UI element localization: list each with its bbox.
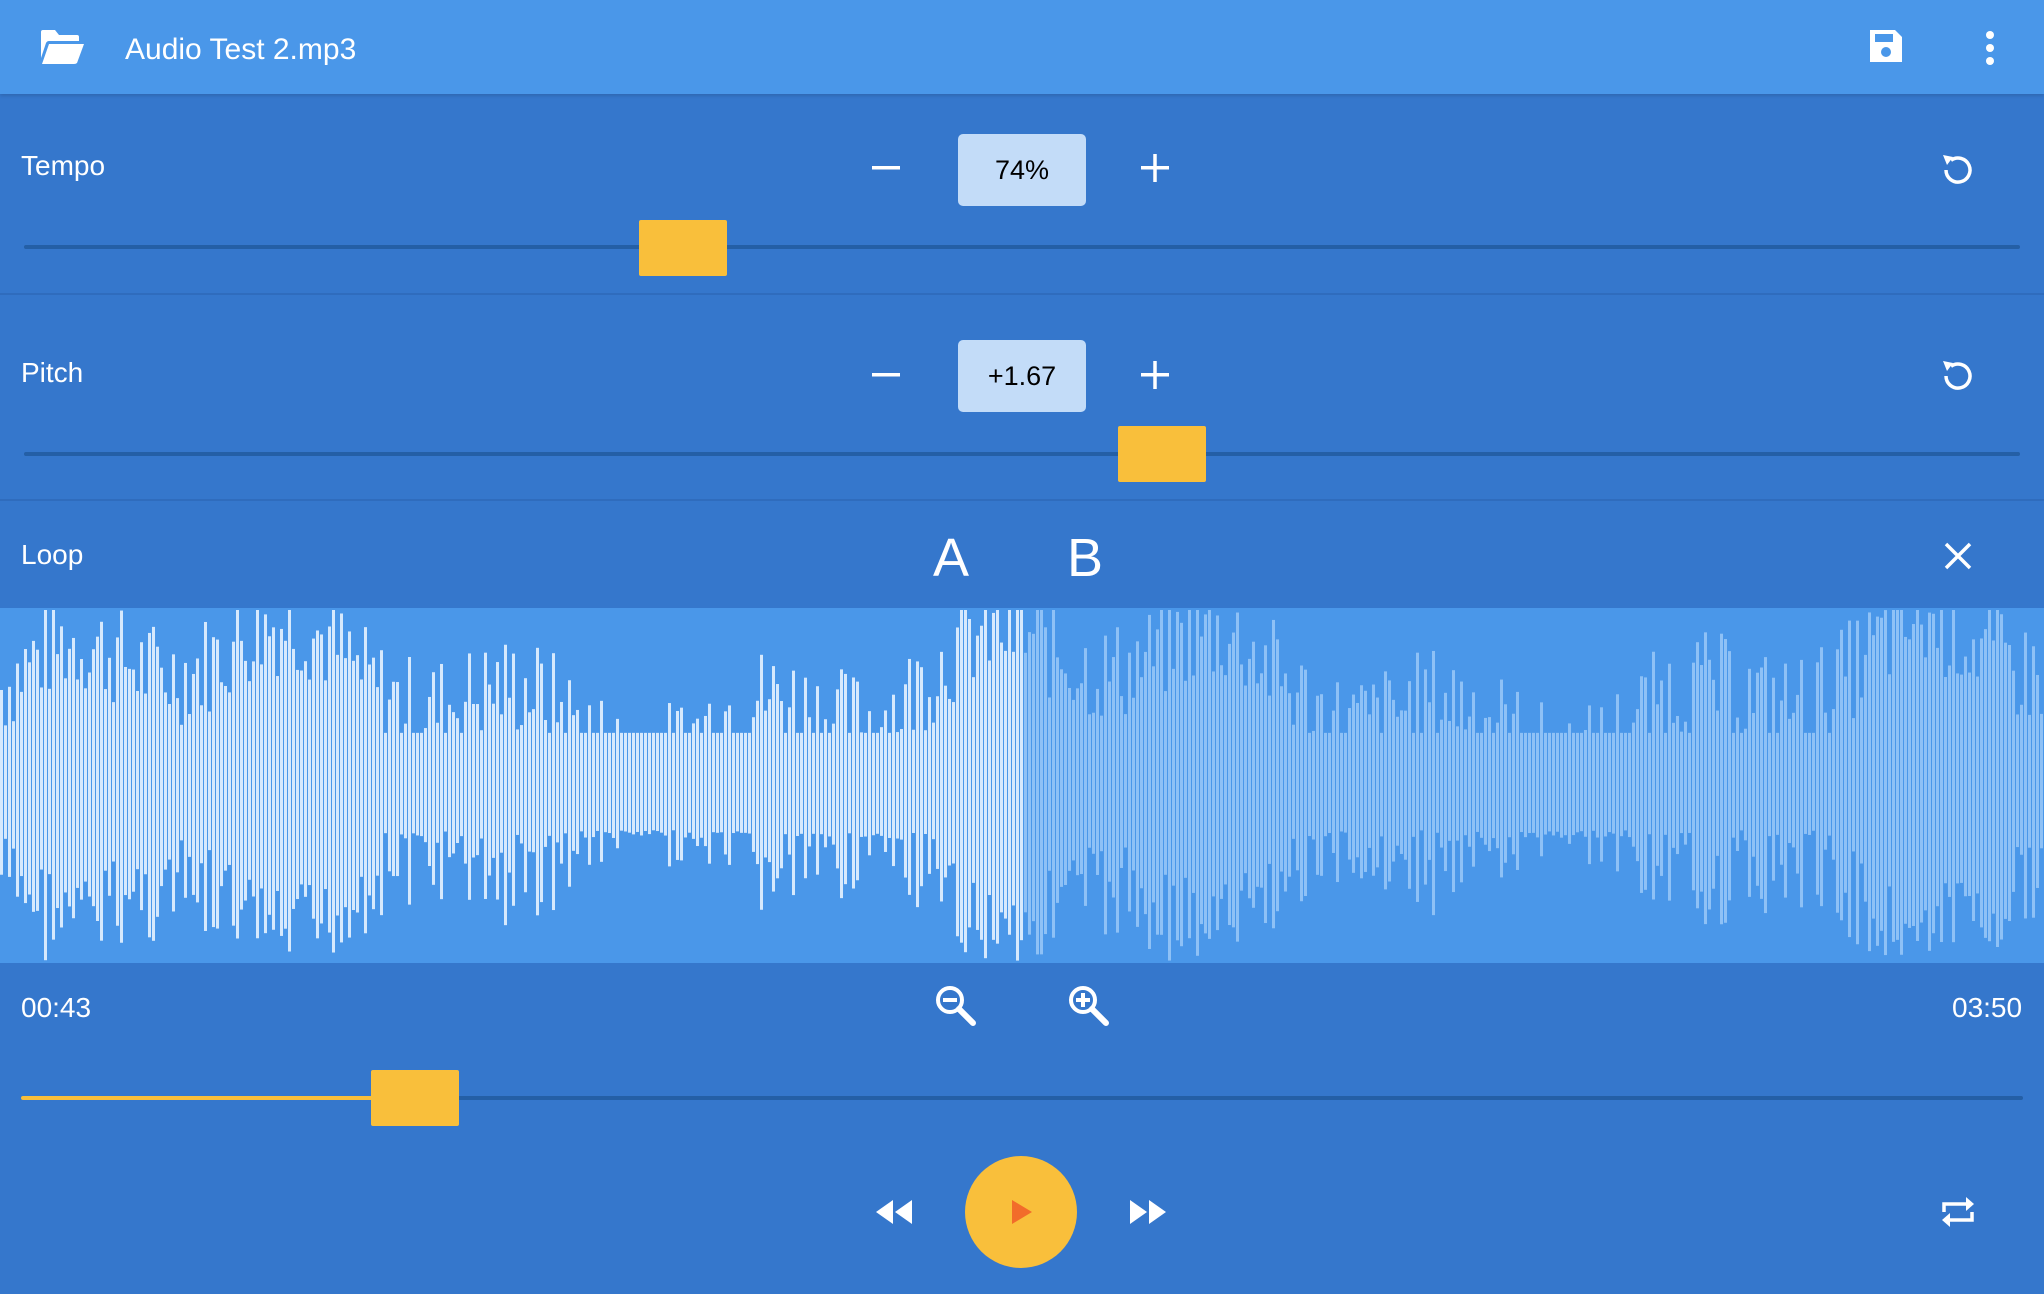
rewind-icon: [876, 1200, 912, 1224]
minus-icon: [872, 373, 900, 377]
loop-label: Loop: [21, 539, 84, 570]
pitch-slider-thumb[interactable]: [1117, 426, 1206, 482]
zoom-out-icon: [936, 986, 976, 1026]
tempo-slider-track[interactable]: [24, 245, 2020, 249]
current-time: 00:43: [21, 992, 92, 1023]
tempo-slider-thumb[interactable]: [638, 220, 727, 276]
fast-forward-icon: [1130, 1200, 1166, 1224]
file-title: Audio Test 2.mp3: [125, 33, 357, 66]
pitch-reset-button[interactable]: [1930, 348, 1986, 404]
tempo-increase-button[interactable]: [1127, 140, 1183, 196]
total-time: 03:50: [1952, 992, 2023, 1023]
divider: [0, 293, 2044, 295]
tempo-reset-button[interactable]: [1930, 142, 1986, 198]
folder-open-icon: [41, 30, 84, 64]
loop-point-b-button[interactable]: B: [1050, 528, 1120, 588]
close-icon: [1944, 542, 1972, 570]
save-button[interactable]: [1860, 20, 1912, 72]
waveform-graph: [0, 610, 2043, 961]
play-button[interactable]: [965, 1156, 1077, 1268]
save-icon: [1870, 30, 1902, 62]
seek-slider-thumb[interactable]: [371, 1070, 460, 1126]
pitch-value-field[interactable]: +1.67: [958, 340, 1086, 412]
open-file-button[interactable]: [30, 18, 94, 76]
app-bar: Audio Test 2.mp3: [0, 0, 2044, 94]
reset-icon: [1943, 361, 1972, 390]
tempo-value-field[interactable]: 74%: [958, 134, 1086, 206]
pitch-slider-track[interactable]: [24, 452, 2020, 456]
pitch-increase-button[interactable]: [1127, 347, 1183, 403]
seek-progress: [21, 1096, 416, 1100]
reset-icon: [1943, 155, 1972, 184]
clear-loop-button[interactable]: [1932, 530, 1984, 582]
rewind-button[interactable]: [864, 1186, 924, 1238]
fast-forward-button[interactable]: [1118, 1186, 1178, 1238]
zoom-in-icon: [1069, 986, 1109, 1026]
plus-icon: [1141, 154, 1169, 182]
pitch-label: Pitch: [21, 357, 84, 388]
loop-point-a-button[interactable]: A: [916, 528, 986, 588]
repeat-button[interactable]: [1930, 1184, 1986, 1240]
more-options-button[interactable]: [1968, 22, 2012, 74]
play-icon: [1012, 1200, 1032, 1224]
repeat-icon: [1942, 1197, 1974, 1227]
tempo-decrease-button[interactable]: [858, 140, 914, 196]
waveform[interactable]: [0, 608, 2044, 963]
minus-icon: [872, 166, 900, 170]
divider: [0, 499, 2044, 501]
zoom-in-button[interactable]: [1058, 975, 1118, 1035]
tempo-label: Tempo: [21, 150, 106, 181]
plus-icon: [1141, 361, 1169, 389]
zoom-out-button[interactable]: [925, 975, 985, 1035]
more-vert-icon: [1986, 31, 1994, 65]
pitch-decrease-button[interactable]: [858, 347, 914, 403]
